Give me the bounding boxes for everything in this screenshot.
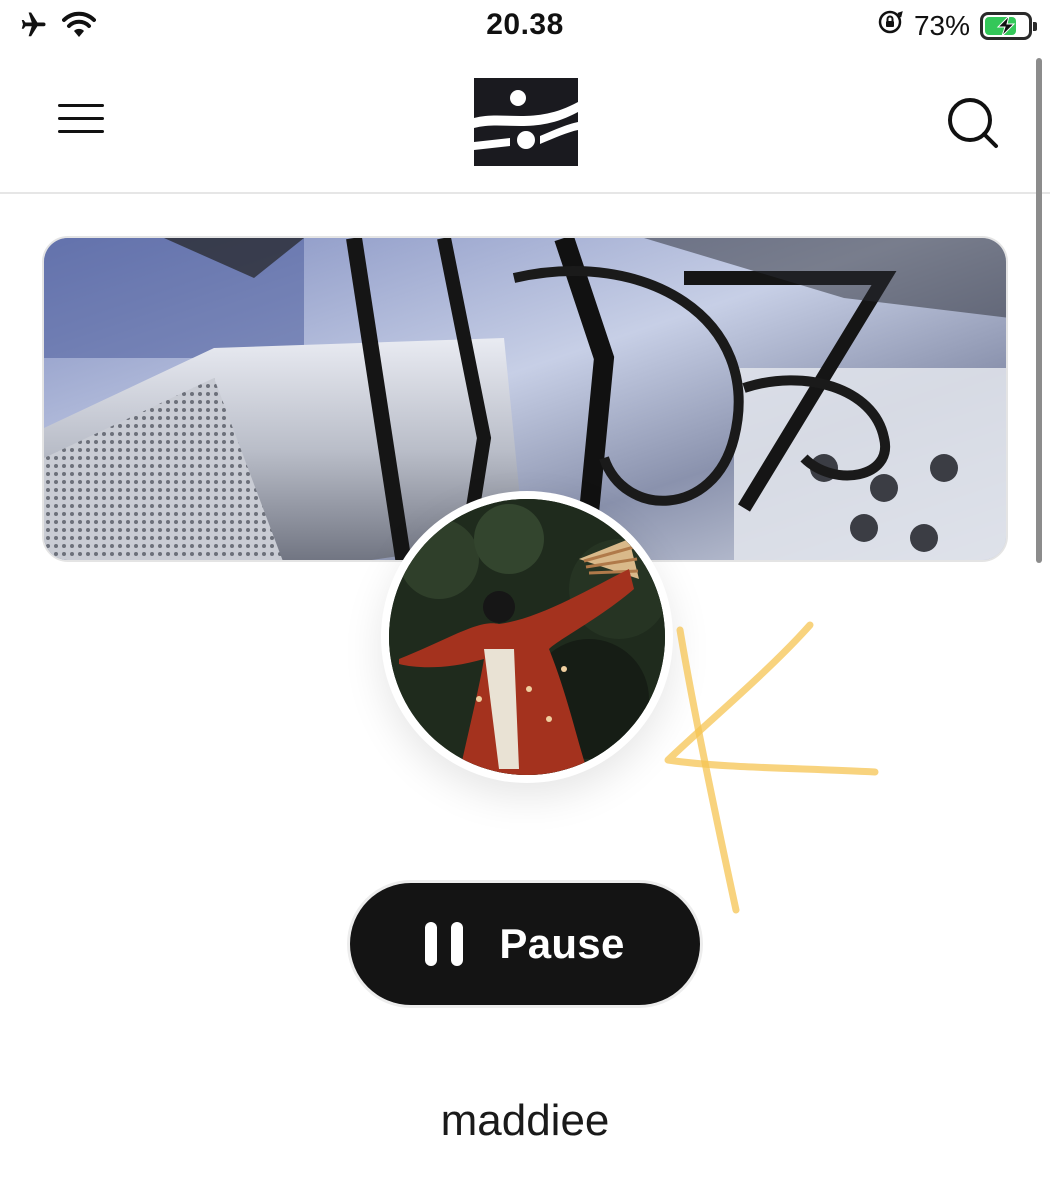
pause-label: Pause: [499, 920, 625, 967]
pause-icon: [425, 922, 464, 966]
orientation-lock-icon: [876, 8, 904, 43]
app-logo[interactable]: [474, 78, 578, 166]
search-icon[interactable]: [946, 96, 1000, 150]
pause-button[interactable]: Pause: [350, 883, 700, 1005]
hamburger-menu-icon[interactable]: [58, 100, 104, 138]
avatar-image: [389, 499, 665, 775]
battery-charging-icon: [980, 11, 1037, 40]
avatar[interactable]: [381, 491, 673, 783]
scribble-mark: [664, 621, 879, 914]
status-right: 73%: [876, 8, 1037, 43]
battery-percent: 73%: [913, 9, 970, 41]
scrollbar[interactable]: [1036, 58, 1042, 563]
app-header: [0, 56, 1050, 194]
username: maddiee: [440, 1096, 610, 1145]
status-bar: 20.38 73%: [0, 0, 1050, 56]
